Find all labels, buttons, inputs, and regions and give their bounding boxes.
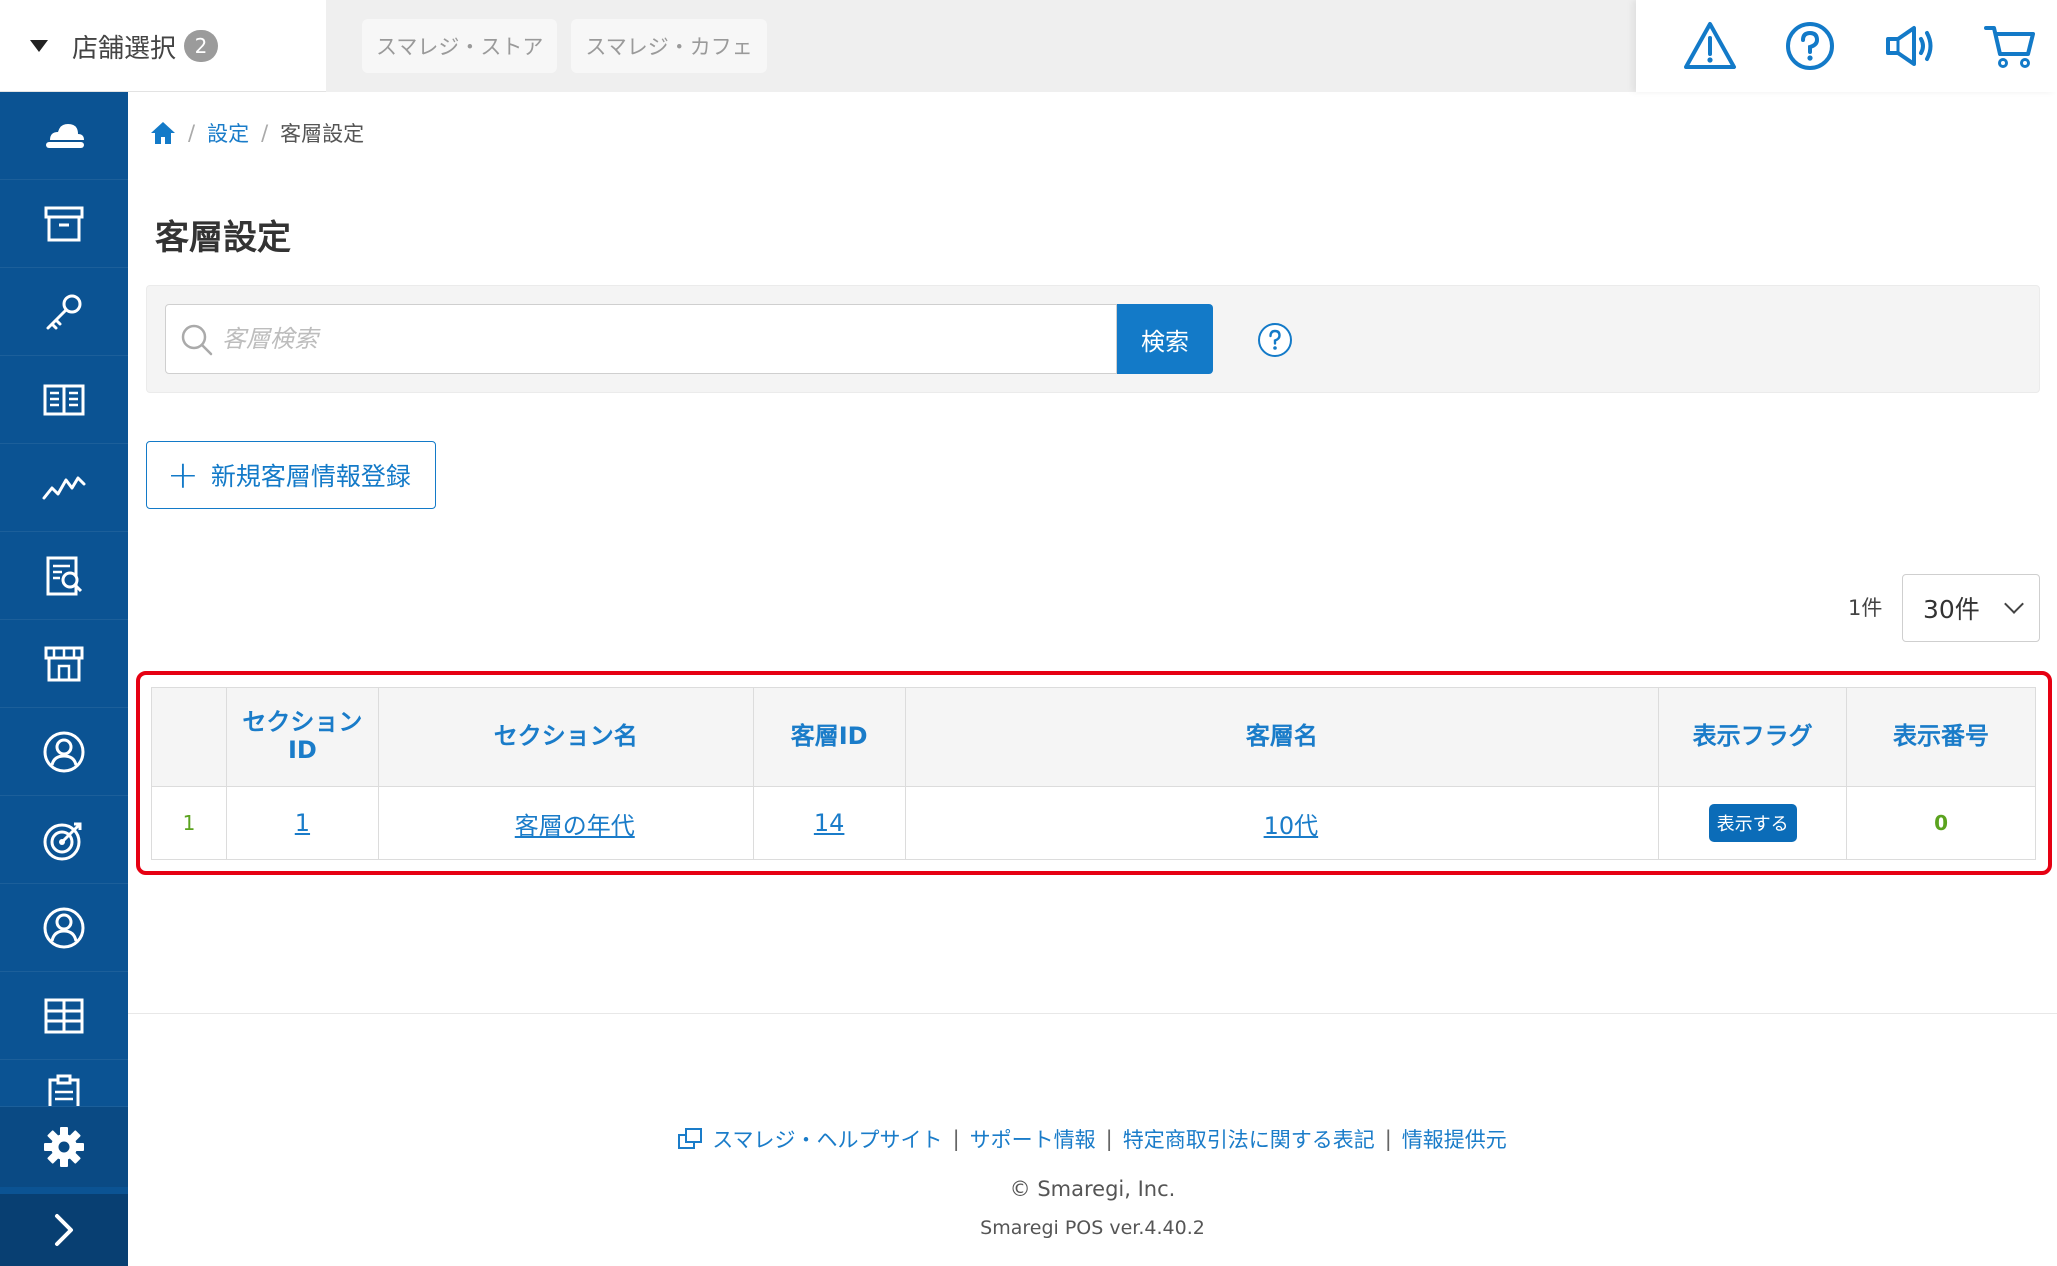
top-bar: 店舗選択 2 スマレジ・ストア スマレジ・カフェ [0, 0, 2057, 92]
sidebar-item-stores[interactable] [0, 620, 128, 708]
customer-icon [43, 731, 85, 772]
cell-display-flag: 表示する [1658, 786, 1848, 860]
table-row: 1 1 客層の年代 14 10代 表示する 0 [151, 786, 2036, 860]
footer-divider [128, 1013, 2057, 1014]
section-id-link[interactable]: 1 [295, 809, 310, 837]
result-count: 1件 [1848, 596, 1883, 620]
plus-icon: + [167, 453, 199, 497]
search-input[interactable] [222, 305, 1102, 373]
table-header-row: セクション ID セクション名 客層ID 客層名 表示フラグ 表示番号 [151, 687, 2036, 787]
header-section-id[interactable]: セクション ID [225, 687, 379, 787]
cell-customer-group-id: 14 [752, 786, 906, 860]
store-tab-cafe[interactable]: スマレジ・カフェ [571, 19, 767, 73]
sidebar-item-apps[interactable] [0, 972, 128, 1060]
store-count-badge: 2 [184, 30, 219, 62]
cell-section-name: 客層の年代 [377, 786, 754, 860]
version-label: Smaregi POS ver.4.40.2 [980, 1217, 1205, 1239]
header-display-flag[interactable]: 表示フラグ [1658, 687, 1848, 787]
header-customer-group-name[interactable]: 客層名 [904, 687, 1660, 787]
add-customer-group-button[interactable]: + 新規客層情報登録 [146, 441, 436, 509]
header-display-order[interactable]: 表示番号 [1846, 687, 2036, 787]
warning-icon[interactable] [1682, 18, 1738, 74]
per-page-value: 30件 [1923, 595, 1980, 624]
sidebar-item-tasks[interactable] [0, 1060, 128, 1107]
customer-group-table: セクション ID セクション名 客層ID 客層名 表示フラグ 表示番号 1 1 … [151, 687, 2036, 860]
section-name-link[interactable]: 客層の年代 [515, 812, 635, 840]
search-panel: 検索 [146, 285, 2040, 393]
breadcrumb-separator: / [188, 121, 196, 145]
breadcrumb-current: 客層設定 [280, 122, 365, 146]
sidebar-item-staff[interactable] [0, 884, 128, 972]
search-box [165, 304, 1117, 374]
announcement-icon[interactable] [1882, 18, 1938, 74]
key-icon [46, 294, 82, 329]
target-icon [43, 822, 82, 860]
sidebar-item-customers[interactable] [0, 708, 128, 796]
customer-group-id-link[interactable]: 14 [814, 809, 845, 837]
header-customer-group-id[interactable]: 客層ID [752, 687, 906, 787]
sidebar [0, 92, 128, 1266]
cart-icon[interactable] [1982, 18, 2038, 74]
breadcrumb: / 設定 / 客層設定 [150, 118, 364, 148]
help-icon[interactable] [1782, 18, 1838, 74]
customer-group-name-link[interactable]: 10代 [1264, 812, 1319, 840]
sidebar-item-home[interactable] [0, 92, 128, 180]
footer-link-info-provider[interactable]: 情報提供元 [1402, 1124, 1507, 1154]
report-icon [46, 556, 83, 595]
sidebar-item-targets[interactable] [0, 796, 128, 884]
cell-display-order: 0 [1846, 786, 2036, 860]
archive-icon [44, 206, 84, 241]
footer-link-legal[interactable]: 特定商取引法に関する表記 [1123, 1124, 1375, 1154]
header-index [151, 687, 227, 787]
sidebar-item-products[interactable] [0, 180, 128, 268]
staff-icon [43, 907, 85, 948]
breadcrumb-separator: / [261, 121, 269, 145]
page-title: 客層設定 [155, 218, 291, 258]
header-section-name[interactable]: セクション名 [377, 687, 754, 787]
search-button[interactable]: 検索 [1117, 304, 1213, 374]
chart-icon [42, 476, 86, 499]
book-icon [43, 384, 85, 415]
copyright: © Smaregi, Inc. [1009, 1177, 1176, 1201]
footer-separator: | [1384, 1127, 1392, 1151]
display-flag-badge: 表示する [1708, 804, 1797, 842]
caret-down-icon [30, 40, 48, 52]
grid-icon [44, 998, 84, 1033]
store-tabs: スマレジ・ストア スマレジ・カフェ [326, 0, 1636, 92]
row-index: 1 [151, 786, 227, 860]
search-icon [181, 324, 213, 356]
cell-customer-group-name: 10代 [904, 786, 1660, 860]
cloud-icon [46, 123, 84, 148]
sidebar-item-analytics[interactable] [0, 444, 128, 532]
footer-separator: | [952, 1127, 960, 1151]
add-button-label: 新規客層情報登録 [210, 462, 411, 491]
top-icon-bar [1636, 0, 2057, 92]
cell-section-id: 1 [225, 786, 379, 860]
header-section-id-line2: ID [287, 736, 317, 764]
clipboard-icon [48, 1074, 80, 1106]
footer-link-support[interactable]: サポート情報 [970, 1124, 1096, 1154]
chevron-down-icon [2004, 594, 2024, 614]
footer-link-help-site[interactable]: スマレジ・ヘルプサイト [712, 1124, 942, 1154]
store-select-dropdown[interactable]: 店舗選択 2 [0, 0, 326, 92]
chevron-right-icon [55, 1214, 73, 1246]
sidebar-item-ledger[interactable] [0, 356, 128, 444]
footer-links: スマレジ・ヘルプサイト | サポート情報 | 特定商取引法に関する表記 | 情報… [0, 1124, 2057, 1154]
breadcrumb-settings-link[interactable]: 設定 [207, 118, 249, 148]
help-circle-icon[interactable] [1257, 322, 1293, 358]
header-section-id-line1: セクション [242, 708, 363, 737]
store-tab-store[interactable]: スマレジ・ストア [362, 19, 558, 73]
per-page-select[interactable]: 30件 [1902, 574, 2040, 642]
sidebar-item-reports[interactable] [0, 532, 128, 620]
store-icon [44, 646, 84, 681]
home-icon[interactable] [150, 121, 176, 145]
store-select-label: 店舗選択 [72, 33, 177, 64]
sidebar-expand-button[interactable] [0, 1194, 128, 1266]
sidebar-item-access[interactable] [0, 268, 128, 356]
external-window-icon [678, 1128, 703, 1149]
footer-separator: | [1105, 1127, 1113, 1151]
